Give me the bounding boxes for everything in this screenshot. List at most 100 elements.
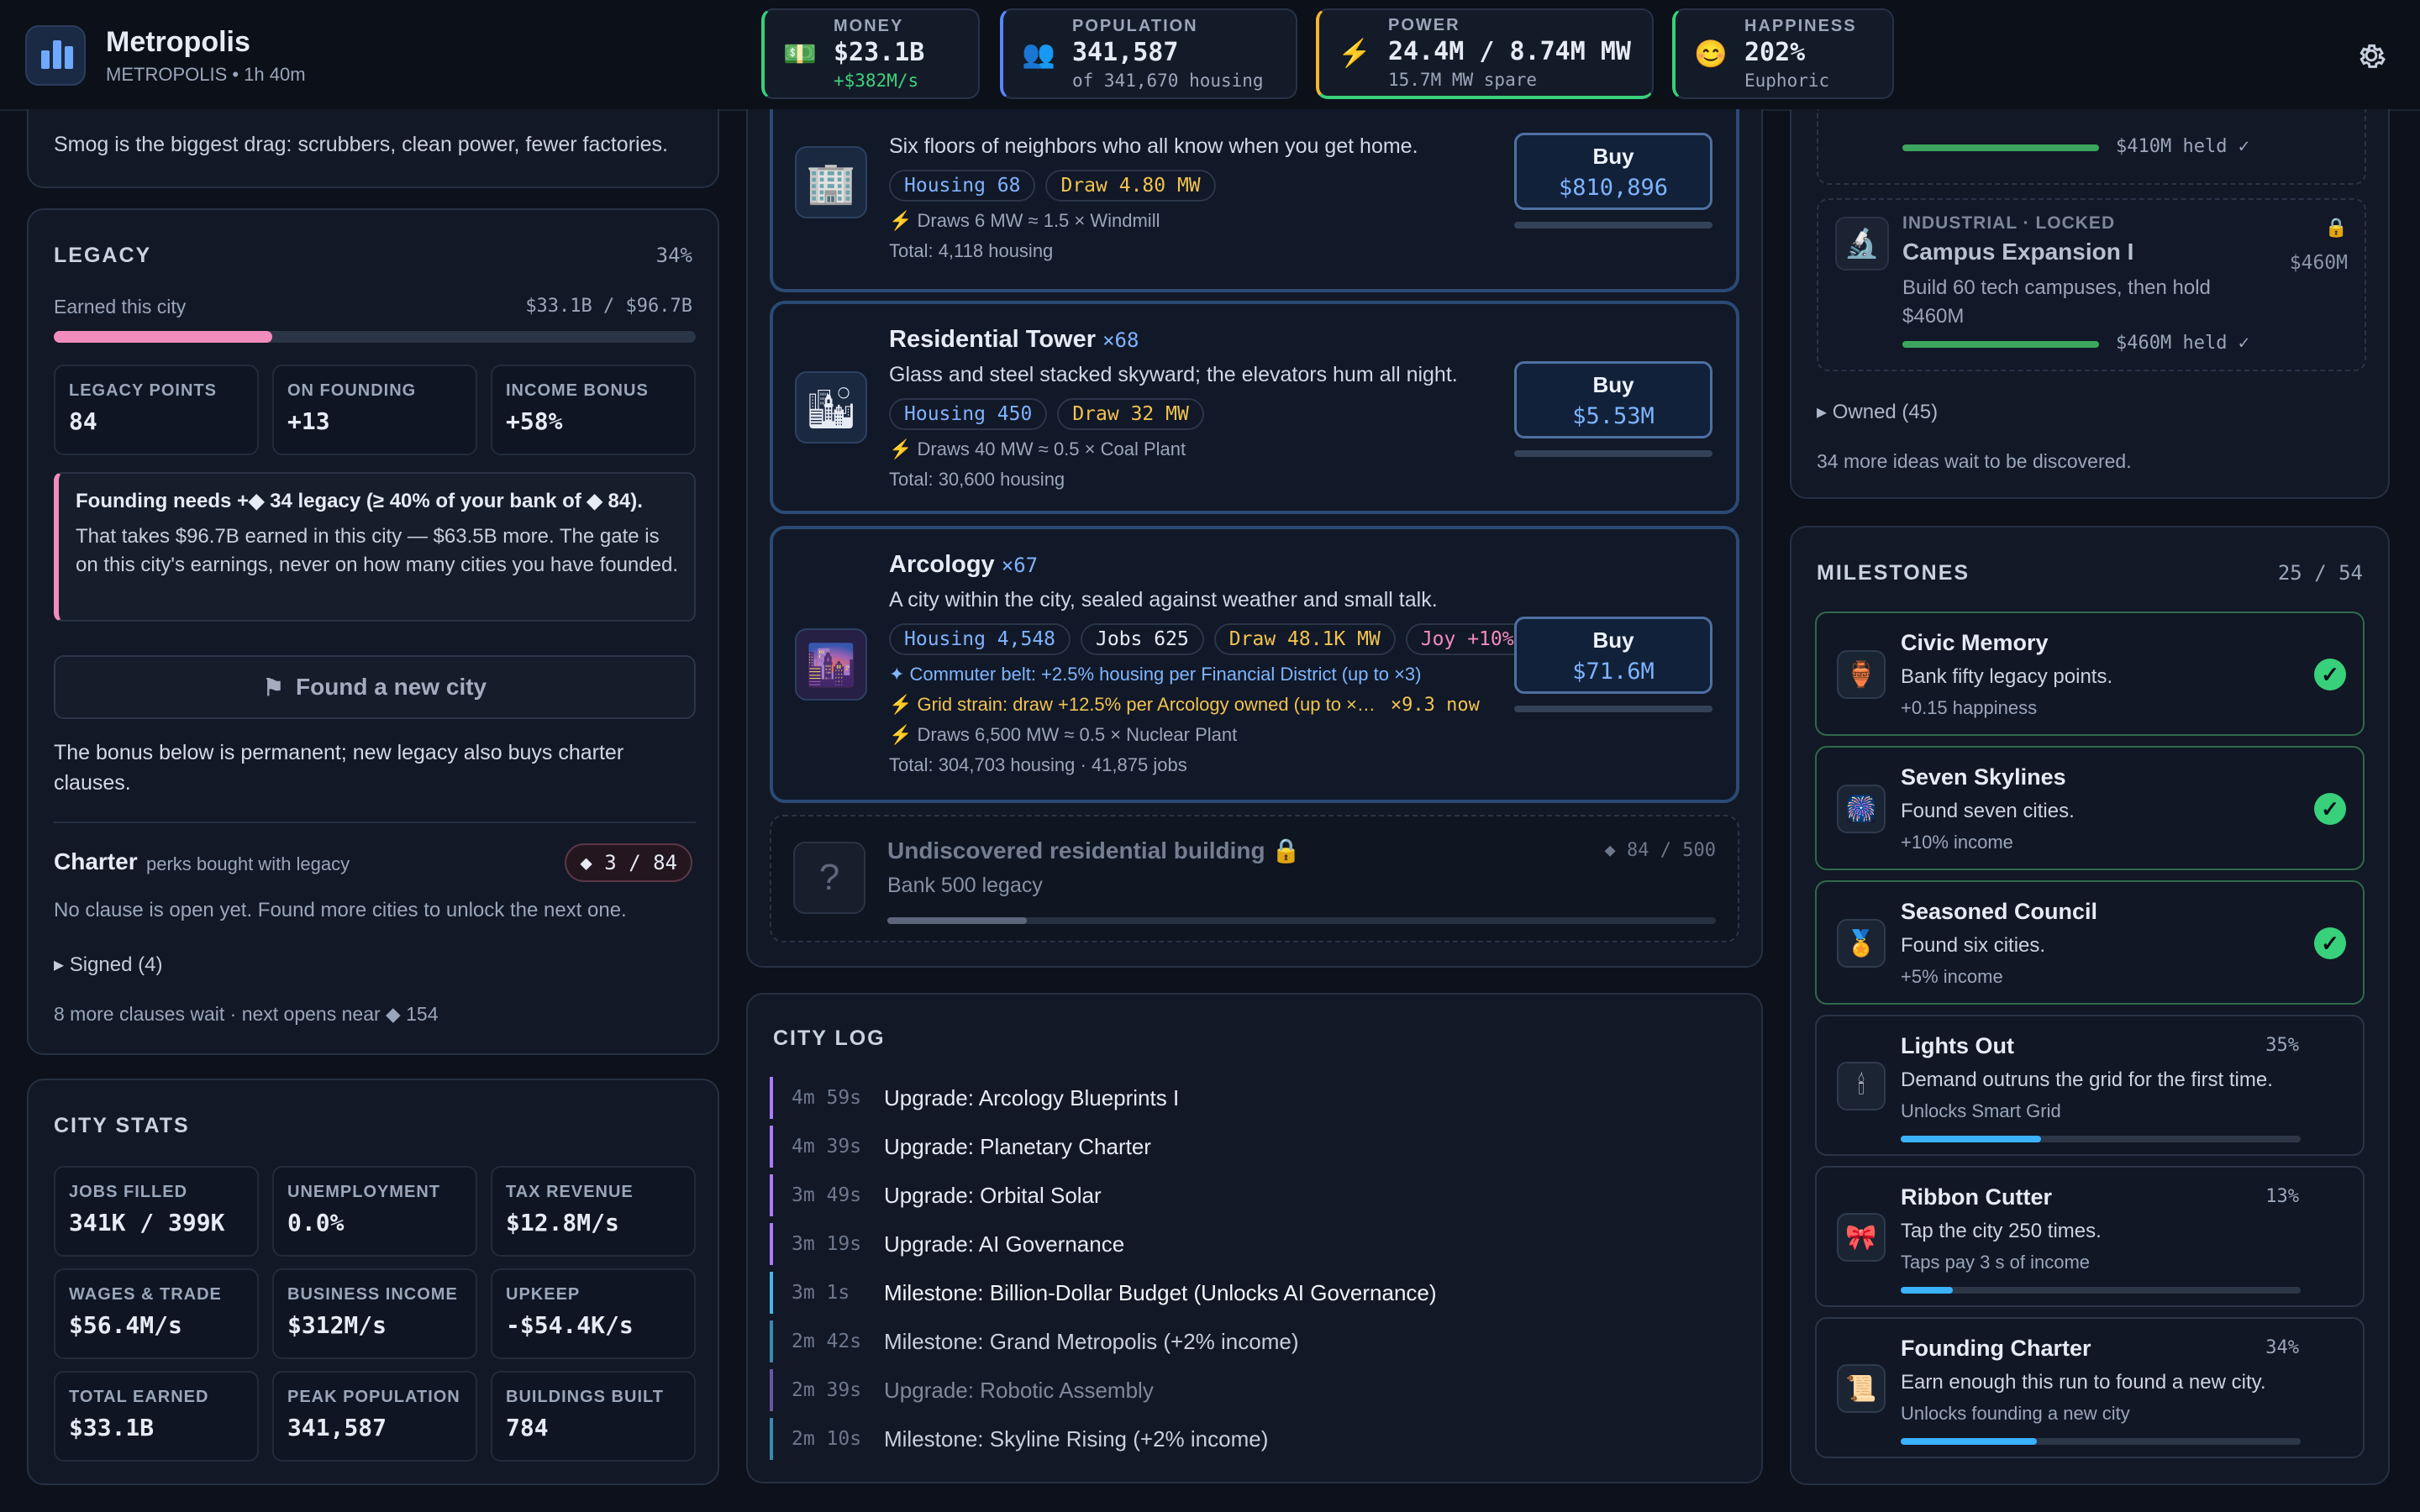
city-stats-panel: CITY STATS JOBS FILLED 341K / 399K UNEMPL… [27, 1079, 719, 1485]
joy-chip: Joy +10% [1405, 623, 1529, 655]
milestone-progress [1901, 1438, 2301, 1445]
milestone-lights-out: 🕯 Lights Out 35% Demand outruns the grid… [1815, 1015, 2365, 1156]
legacy-progress-fill [54, 331, 272, 343]
housing-chip: Housing 68 [889, 170, 1036, 202]
bolt-icon: ⚡ [889, 438, 918, 459]
buy-progress [1514, 222, 1712, 228]
buy-progress [1514, 450, 1712, 457]
microscope-icon: 🔬 [1835, 217, 1889, 270]
building-card-apartment: 🏢 Six floors of neighbors who all know w… [770, 109, 1739, 292]
log-row: 4m 39s Upgrade: Planetary Charter [770, 1126, 1151, 1168]
check-icon: ✓ [2314, 793, 2346, 825]
locked-progress [887, 917, 1716, 924]
log-row: 3m 1s Milestone: Billion-Dollar Budget (U… [770, 1272, 1437, 1314]
milestone-progress [1901, 1287, 2301, 1294]
top-bar: Metropolis METROPOLIS • 1h 40m 💵 MONEY $2… [0, 0, 2420, 111]
apartment-icon: 🏢 [795, 146, 867, 218]
building-card-arcology: 🌆 Arcology ×67 A city within the city, s… [770, 526, 1739, 803]
city-subtitle: METROPOLIS • 1h 40m [106, 63, 306, 85]
money-stat: 💵 MONEY $23.1B +$382M/s [761, 8, 980, 99]
ideas-note: 34 more ideas wait to be discovered. [1817, 450, 2132, 472]
stat-upkeep: UPKEEP -$54.4K/s [491, 1268, 696, 1359]
log-row: 2m 10s Milestone: Skyline Rising (+2% inc… [770, 1418, 1268, 1460]
lock-icon: 🔒 [2324, 217, 2348, 238]
smog-note: Smog is the biggest drag: scrubbers, cle… [54, 133, 668, 156]
building-card-residential-tower: 🏙 Residential Tower ×68 Glass and steel … [770, 301, 1739, 514]
draw-chip: Draw 32 MW [1057, 398, 1204, 430]
stat-total-earned: TOTAL EARNED $33.1B [54, 1371, 259, 1462]
bolt-icon: ⚡ [889, 724, 918, 745]
lock-icon: 🔒 [1271, 837, 1302, 864]
buy-button[interactable]: Buy $5.53M [1514, 361, 1712, 438]
on-founding-card: ON FOUNDING +13 [272, 365, 477, 455]
legacy-panel: LEGACY 34% Earned this city $33.1B / $96… [27, 208, 719, 1055]
fireworks-icon: 🎆 [1837, 785, 1886, 833]
city-log-title: CITY LOG [773, 1026, 886, 1050]
charter-note: No clause is open yet. Found more cities… [54, 899, 627, 921]
stat-unemployment: UNEMPLOYMENT 0.0% [272, 1166, 477, 1257]
city-stats-title: CITY STATS [54, 1114, 190, 1137]
smog-note-panel: Smog is the biggest drag: scrubbers, cle… [27, 109, 719, 188]
milestone-founding-charter: 📜 Founding Charter 34% Earn enough this … [1815, 1317, 2365, 1458]
log-row: 3m 49s Upgrade: Orbital Solar [770, 1174, 1102, 1216]
upgrades-panel: $410M held ✓ 🔬 INDUSTRIAL · LOCKED Campu… [1790, 109, 2390, 499]
log-row: 4m 59s Upgrade: Arcology Blueprints I [770, 1077, 1179, 1119]
locked-upgrade-card: 🔬 INDUSTRIAL · LOCKED Campus Expansion I… [1817, 198, 2366, 371]
city-logo-icon [25, 25, 86, 86]
arcology-icon: 🌆 [795, 628, 867, 701]
stat-peak-population: PEAK POPULATION 341,587 [272, 1371, 477, 1462]
flag-icon: ⚑ [262, 674, 284, 701]
charter-subtitle: perks bought with legacy [146, 853, 350, 874]
log-row: 2m 39s Upgrade: Robotic Assembly [770, 1369, 1154, 1411]
log-row: 2m 42s Milestone: Grand Metropolis (+2% i… [770, 1320, 1298, 1362]
signed-toggle[interactable]: ▸ Signed (4) [54, 953, 162, 977]
legacy-progress-bar [54, 331, 696, 343]
app-title: Metropolis [106, 25, 250, 58]
candle-icon: 🕯 [1837, 1062, 1886, 1110]
locked-building-card: ? Undiscovered residential building 🔒 Ba… [770, 815, 1739, 942]
buy-progress [1514, 706, 1712, 712]
tower-icon: 🏙 [795, 371, 867, 444]
milestone-seasoned-council: 🏅 Seasoned Council Found six cities. +5%… [1815, 880, 2365, 1005]
housing-chip: Housing 450 [889, 398, 1048, 430]
stat-jobs-filled: JOBS FILLED 341K / 399K [54, 1166, 259, 1257]
power-stat: ⚡ POWER 24.4M / 8.74M MW 15.7M MW spare [1316, 8, 1654, 99]
milestone-ribbon-cutter: 🎀 Ribbon Cutter 13% Tap the city 250 tim… [1815, 1166, 2365, 1307]
more-clauses: 8 more clauses wait · next opens near ◆ … [54, 1003, 439, 1025]
stat-tax-revenue: TAX REVENUE $12.8M/s [491, 1166, 696, 1257]
brand: Metropolis METROPOLIS • 1h 40m [25, 25, 306, 86]
population-stat: 👥 POPULATION 341,587 of 341,670 housing [1000, 8, 1297, 99]
owned-toggle[interactable]: ▸ Owned (45) [1817, 400, 1938, 424]
bonus-note: The bonus below is permanent; new legacy… [54, 741, 624, 795]
buy-button[interactable]: Buy $71.6M [1514, 617, 1712, 694]
milestones-count: 25 / 54 [2277, 561, 2363, 585]
draw-chip: Draw 48.1K MW [1213, 623, 1396, 655]
legacy-points-card: LEGACY POINTS 84 [54, 365, 259, 455]
money-icon: 💵 [783, 39, 817, 69]
legacy-percent: 34% [655, 244, 692, 267]
bolt-icon: ⚡ [1338, 38, 1371, 68]
bolt-icon: ⚡ [889, 210, 918, 231]
smile-icon: 😊 [1694, 39, 1728, 69]
buy-button[interactable]: Buy $810,896 [1514, 133, 1712, 210]
charter-badge: ◆ 3 / 84 [565, 843, 692, 882]
milestone-progress [1901, 1136, 2301, 1142]
gear-icon[interactable] [2354, 39, 2388, 72]
caret-right-icon: ▸ [54, 953, 70, 976]
commuter-belt-note: ✦ Commuter belt: +2.5% housing per Finan… [889, 664, 1422, 685]
milestone-seven-skylines: 🎆 Seven Skylines Found seven cities. +10… [1815, 746, 2365, 870]
grid-strain-note: ⚡ Grid strain: draw +12.5% per Arcology … [889, 694, 1480, 716]
found-new-city-button[interactable]: ⚑ Found a new city [54, 655, 696, 719]
people-icon: 👥 [1022, 39, 1055, 69]
charter-title: Charter [54, 848, 138, 874]
milestones-title: MILESTONES [1817, 561, 1970, 585]
earned-value: $33.1B / $96.7B [525, 296, 692, 317]
scroll-icon: 📜 [1837, 1364, 1886, 1413]
log-row: 3m 19s Upgrade: AI Governance [770, 1223, 1124, 1265]
medal-icon: 🏅 [1837, 919, 1886, 968]
question-icon: ? [793, 842, 865, 914]
draw-chip: Draw 4.80 MW [1045, 170, 1216, 202]
ribbon-icon: 🎀 [1837, 1213, 1886, 1262]
divider [54, 822, 696, 823]
happiness-stat: 😊 HAPPINESS 202% Euphoric [1672, 8, 1894, 99]
